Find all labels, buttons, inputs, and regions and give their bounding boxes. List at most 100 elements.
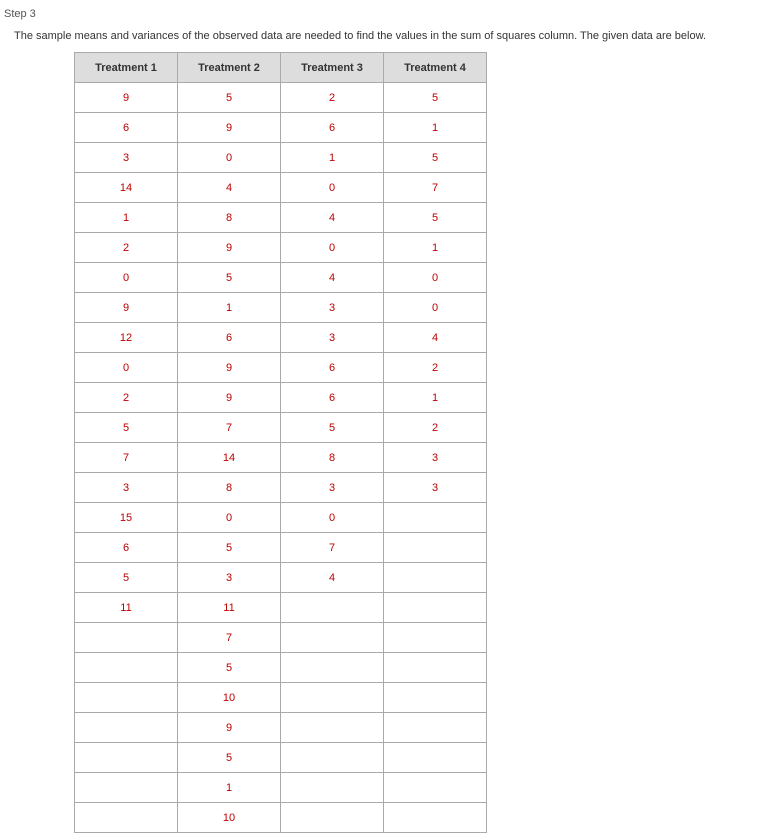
- table-cell: 9: [75, 293, 178, 323]
- table-cell: [75, 623, 178, 653]
- table-row: 5: [75, 653, 487, 683]
- table-cell: [384, 563, 487, 593]
- table-cell: 3: [384, 443, 487, 473]
- table-cell: [281, 653, 384, 683]
- table-cell: 6: [178, 323, 281, 353]
- table-cell: [384, 503, 487, 533]
- table-cell: [281, 713, 384, 743]
- table-cell: 0: [178, 503, 281, 533]
- table-cell: [75, 743, 178, 773]
- table-cell: 4: [281, 563, 384, 593]
- table-cell: 5: [178, 653, 281, 683]
- step-label: Step 3: [4, 8, 783, 20]
- table-cell: [75, 683, 178, 713]
- table-cell: [384, 773, 487, 803]
- table-cell: 5: [178, 263, 281, 293]
- table-row: 10: [75, 803, 487, 833]
- table-cell: 9: [178, 113, 281, 143]
- table-cell: [281, 593, 384, 623]
- step-description: The sample means and variances of the ob…: [14, 30, 783, 42]
- table-cell: 9: [178, 383, 281, 413]
- table-cell: 3: [281, 293, 384, 323]
- table-cell: 8: [178, 203, 281, 233]
- table-cell: 7: [384, 173, 487, 203]
- table-cell: [281, 623, 384, 653]
- table-cell: 15: [75, 503, 178, 533]
- table-cell: 9: [75, 83, 178, 113]
- table-cell: [384, 533, 487, 563]
- table-header-row: Treatment 1 Treatment 2 Treatment 3 Trea…: [75, 53, 487, 83]
- table-cell: 5: [75, 563, 178, 593]
- table-cell: [75, 773, 178, 803]
- table-cell: 2: [384, 413, 487, 443]
- table-row: 14407: [75, 173, 487, 203]
- table-cell: 3: [178, 563, 281, 593]
- table-cell: 12: [75, 323, 178, 353]
- table-cell: [281, 773, 384, 803]
- table-cell: 7: [281, 533, 384, 563]
- table-cell: 5: [384, 83, 487, 113]
- table-cell: 5: [178, 83, 281, 113]
- table-cell: 4: [281, 203, 384, 233]
- table-body: 9525696130151440718452901054091301263409…: [75, 83, 487, 833]
- table-row: 5: [75, 743, 487, 773]
- table-cell: 4: [281, 263, 384, 293]
- table-cell: [384, 623, 487, 653]
- table-cell: [384, 803, 487, 833]
- table-cell: 0: [75, 353, 178, 383]
- table-cell: [281, 683, 384, 713]
- table-cell: [384, 743, 487, 773]
- table-cell: 1: [384, 383, 487, 413]
- table-cell: 0: [384, 263, 487, 293]
- table-cell: 2: [75, 383, 178, 413]
- table-cell: 9: [178, 713, 281, 743]
- table-row: 9130: [75, 293, 487, 323]
- col-header-2: Treatment 2: [178, 53, 281, 83]
- table-cell: 6: [281, 383, 384, 413]
- table-cell: 8: [281, 443, 384, 473]
- table-cell: 9: [178, 353, 281, 383]
- table-row: 12634: [75, 323, 487, 353]
- table-row: 2961: [75, 383, 487, 413]
- table-cell: 6: [281, 353, 384, 383]
- table-row: 71483: [75, 443, 487, 473]
- table-row: 6961: [75, 113, 487, 143]
- table-cell: 10: [178, 803, 281, 833]
- table-row: 2901: [75, 233, 487, 263]
- table-cell: 0: [281, 503, 384, 533]
- table-row: 7: [75, 623, 487, 653]
- table-cell: [384, 713, 487, 743]
- table-cell: 6: [75, 113, 178, 143]
- table-cell: [384, 683, 487, 713]
- table-cell: 9: [178, 233, 281, 263]
- table-cell: 2: [384, 353, 487, 383]
- table-cell: 0: [75, 263, 178, 293]
- table-cell: 4: [178, 173, 281, 203]
- col-header-4: Treatment 4: [384, 53, 487, 83]
- col-header-3: Treatment 3: [281, 53, 384, 83]
- table-cell: 0: [281, 233, 384, 263]
- table-row: 1: [75, 773, 487, 803]
- table-row: 1845: [75, 203, 487, 233]
- table-cell: 1: [281, 143, 384, 173]
- table-cell: 3: [384, 473, 487, 503]
- table-cell: 14: [178, 443, 281, 473]
- table-row: 657: [75, 533, 487, 563]
- table-cell: 3: [281, 323, 384, 353]
- table-cell: [384, 653, 487, 683]
- table-cell: 1: [75, 203, 178, 233]
- table-row: 3015: [75, 143, 487, 173]
- table-row: 1500: [75, 503, 487, 533]
- table-cell: 11: [178, 593, 281, 623]
- table-cell: 5: [75, 413, 178, 443]
- table-cell: [281, 743, 384, 773]
- table-cell: [75, 653, 178, 683]
- table-cell: 8: [178, 473, 281, 503]
- data-table: Treatment 1 Treatment 2 Treatment 3 Trea…: [74, 52, 487, 833]
- table-row: 3833: [75, 473, 487, 503]
- table-cell: 1: [178, 773, 281, 803]
- table-cell: 0: [384, 293, 487, 323]
- col-header-1: Treatment 1: [75, 53, 178, 83]
- table-cell: 2: [75, 233, 178, 263]
- table-cell: 6: [75, 533, 178, 563]
